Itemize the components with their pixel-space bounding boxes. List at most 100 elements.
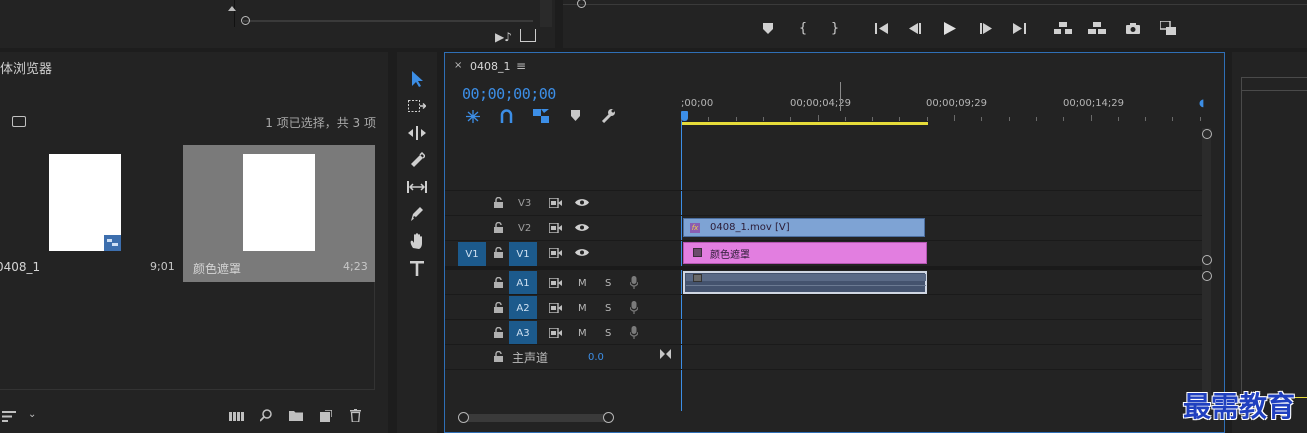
zoom-handle-right[interactable] bbox=[603, 412, 614, 423]
sync-lock-icon[interactable] bbox=[549, 278, 562, 288]
close-tab-icon[interactable]: × bbox=[454, 60, 462, 71]
microphone-icon[interactable] bbox=[630, 276, 638, 289]
playhead-handle[interactable] bbox=[577, 0, 586, 8]
nest-sequence-icon[interactable] bbox=[466, 110, 480, 123]
sync-lock-icon[interactable] bbox=[549, 248, 562, 258]
scroll-handle[interactable] bbox=[1202, 271, 1212, 281]
clip-card[interactable]: 颜色遮罩 4;23 bbox=[183, 145, 375, 282]
track-name[interactable]: V2 bbox=[518, 223, 531, 234]
eye-icon[interactable] bbox=[575, 223, 589, 232]
master-track-name: 主声道 bbox=[512, 351, 549, 365]
tab-menu-icon[interactable]: ≡ bbox=[516, 59, 526, 73]
lock-icon[interactable] bbox=[494, 302, 503, 313]
camera-icon[interactable] bbox=[1123, 18, 1143, 38]
add-marker-icon[interactable] bbox=[571, 110, 580, 121]
mark-in-button[interactable]: { bbox=[793, 18, 813, 38]
eye-icon[interactable] bbox=[575, 198, 589, 207]
zoom-handle-left[interactable] bbox=[458, 412, 469, 423]
chevron-down-icon[interactable]: ⌄ bbox=[28, 409, 36, 420]
type-tool-icon[interactable] bbox=[404, 256, 430, 280]
linked-selection-icon[interactable] bbox=[533, 109, 549, 123]
track-a2: A2 M S bbox=[445, 294, 1202, 320]
zoom-scrollbar[interactable] bbox=[459, 414, 611, 422]
razor-tool-icon[interactable] bbox=[404, 148, 430, 172]
mark-out-button[interactable]: } bbox=[825, 18, 845, 38]
mute-button[interactable]: M bbox=[578, 303, 587, 314]
go-to-in-button[interactable] bbox=[872, 18, 892, 38]
selection-tool-icon[interactable] bbox=[404, 67, 430, 91]
step-forward-button[interactable] bbox=[976, 18, 996, 38]
ruler-label: 00;00;09;29 bbox=[926, 98, 988, 109]
slip-tool-icon[interactable] bbox=[404, 175, 430, 199]
sync-lock-icon[interactable] bbox=[549, 328, 562, 338]
playhead-timecode[interactable]: 00;00;00;00 bbox=[462, 85, 556, 103]
solo-button[interactable]: S bbox=[605, 278, 611, 289]
pen-tool-icon[interactable] bbox=[404, 202, 430, 226]
eye-icon[interactable] bbox=[575, 248, 589, 257]
play-button[interactable] bbox=[940, 18, 960, 38]
ruler-tick bbox=[762, 117, 764, 121]
scrollbar[interactable] bbox=[540, 0, 552, 27]
scroll-handle[interactable] bbox=[1202, 255, 1212, 265]
export-icon[interactable] bbox=[520, 29, 536, 42]
track-target-a1[interactable]: A1 bbox=[509, 271, 537, 295]
track-select-tool-icon[interactable] bbox=[404, 94, 430, 118]
step-back-button[interactable] bbox=[905, 18, 925, 38]
track-target-v1[interactable]: V1 bbox=[509, 242, 537, 266]
work-area-bar[interactable] bbox=[682, 122, 928, 125]
lift-button[interactable] bbox=[1053, 18, 1073, 38]
source-patch-v1[interactable]: V1 bbox=[458, 242, 486, 266]
microphone-icon[interactable] bbox=[630, 326, 638, 339]
go-to-out-button[interactable] bbox=[1009, 18, 1029, 38]
list-view-icon[interactable] bbox=[2, 411, 16, 422]
mute-button[interactable]: M bbox=[578, 278, 587, 289]
folder-search-icon[interactable] bbox=[12, 116, 26, 127]
tab-sequence[interactable]: 0408_1 bbox=[470, 60, 511, 73]
hand-tool-icon[interactable] bbox=[404, 229, 430, 253]
video-clip-v1[interactable]: 颜色遮罩 bbox=[683, 242, 927, 264]
search-icon[interactable] bbox=[260, 409, 272, 422]
video-clip-v2[interactable]: fx 0408_1.mov [V] bbox=[683, 218, 925, 237]
go-to-edit-icon[interactable] bbox=[660, 349, 671, 359]
sync-lock-icon[interactable] bbox=[549, 223, 562, 233]
lock-icon[interactable] bbox=[494, 247, 503, 258]
track-target-a3[interactable]: A3 bbox=[509, 321, 537, 345]
track-v3: V3 bbox=[445, 190, 1202, 215]
zoom-handle[interactable] bbox=[241, 16, 250, 25]
trash-icon[interactable] bbox=[350, 409, 361, 422]
microphone-icon[interactable] bbox=[630, 301, 638, 314]
comparison-view-icon[interactable] bbox=[1158, 18, 1178, 38]
solo-button[interactable]: S bbox=[605, 303, 611, 314]
scroll-handle[interactable] bbox=[1202, 129, 1212, 139]
freeform-view-icon[interactable] bbox=[229, 411, 245, 421]
playhead-track[interactable] bbox=[563, 4, 1307, 5]
zoom-track[interactable] bbox=[243, 20, 533, 22]
sync-lock-icon[interactable] bbox=[549, 303, 562, 313]
lock-icon[interactable] bbox=[494, 351, 503, 362]
playhead-handle[interactable] bbox=[681, 111, 688, 121]
master-level[interactable]: 0.0 bbox=[588, 352, 604, 363]
insert-icon[interactable]: ▶♪ bbox=[495, 30, 512, 44]
ripple-edit-tool-icon[interactable] bbox=[404, 121, 430, 145]
wrench-icon[interactable] bbox=[601, 108, 615, 123]
track-name[interactable]: V3 bbox=[518, 198, 531, 209]
lock-icon[interactable] bbox=[494, 277, 503, 288]
clip-card[interactable]: 0408_1 9;01 bbox=[0, 145, 182, 282]
solo-button[interactable]: S bbox=[605, 328, 611, 339]
add-marker-button[interactable] bbox=[758, 18, 778, 38]
track-divider bbox=[445, 369, 1202, 370]
audio-clip-a1[interactable] bbox=[683, 271, 927, 294]
sync-lock-icon[interactable] bbox=[549, 198, 562, 208]
track-target-a2[interactable]: A2 bbox=[509, 296, 537, 320]
media-browser-footer: ⌄ bbox=[0, 402, 375, 433]
video-scrollbar[interactable] bbox=[1202, 128, 1211, 270]
scroll-up-icon[interactable] bbox=[228, 6, 236, 11]
lock-icon[interactable] bbox=[494, 197, 503, 208]
snap-icon[interactable] bbox=[500, 109, 513, 123]
lock-icon[interactable] bbox=[494, 222, 503, 233]
new-item-icon[interactable] bbox=[320, 410, 332, 422]
lock-icon[interactable] bbox=[494, 327, 503, 338]
extract-button[interactable] bbox=[1087, 18, 1107, 38]
new-bin-icon[interactable] bbox=[289, 410, 303, 421]
mute-button[interactable]: M bbox=[578, 328, 587, 339]
